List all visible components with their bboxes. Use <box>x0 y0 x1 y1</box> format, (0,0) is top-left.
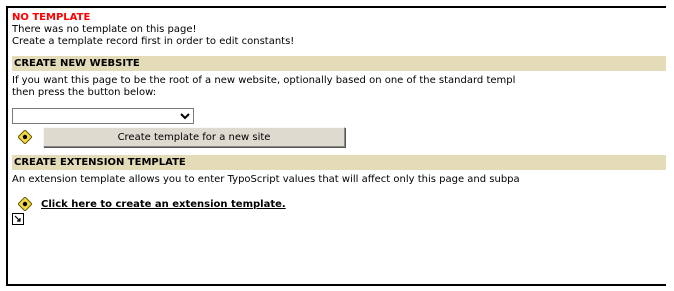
create-website-desc-2: then press the button below: <box>12 87 157 98</box>
create-website-desc-1: If you want this page to be the root of … <box>12 75 516 86</box>
no-template-line-1: There was no template on this page! <box>12 24 197 35</box>
template-select[interactable] <box>12 108 194 124</box>
create-site-row: Create template for a new site <box>12 127 666 147</box>
new-record-icon[interactable] <box>12 213 24 225</box>
no-template-line-2: Create a template record first in order … <box>12 36 295 47</box>
no-template-title: NO TEMPLATE <box>12 12 91 23</box>
content-inner: NO TEMPLATE There was no template on thi… <box>12 12 666 228</box>
create-website-header: CREATE NEW WEBSITE <box>12 56 666 71</box>
extension-desc: An extension template allows you to ente… <box>12 174 520 185</box>
create-extension-link[interactable]: Click here to create an extension templa… <box>41 199 286 210</box>
extension-header: CREATE EXTENSION TEMPLATE <box>12 155 666 170</box>
new-record-row <box>12 213 666 228</box>
create-site-button[interactable]: Create template for a new site <box>43 127 345 147</box>
content-frame: NO TEMPLATE There was no template on thi… <box>6 6 666 286</box>
template-select-row <box>12 108 666 124</box>
info-diamond-icon <box>18 197 32 211</box>
info-diamond-icon <box>18 130 32 144</box>
extension-link-row: Click here to create an extension templa… <box>12 197 666 211</box>
